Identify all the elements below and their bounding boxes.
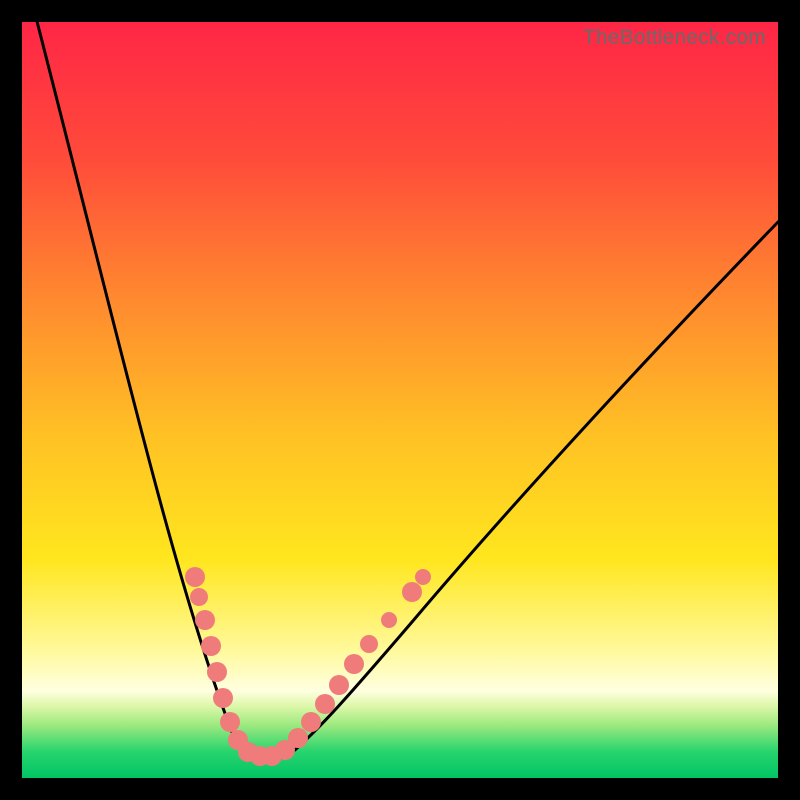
data-point (360, 635, 378, 653)
plot-frame: TheBottleneck.com (22, 22, 778, 778)
data-point (190, 588, 208, 606)
data-point (195, 610, 215, 630)
data-point (301, 712, 321, 732)
data-point (329, 675, 349, 695)
data-point (415, 569, 431, 585)
data-point (402, 582, 422, 602)
data-point (344, 654, 364, 674)
chart-canvas (22, 22, 778, 778)
data-point (288, 728, 308, 748)
data-point (315, 694, 335, 714)
watermark-text: TheBottleneck.com (583, 26, 766, 50)
data-point (207, 662, 227, 682)
data-point (213, 688, 233, 708)
data-point (220, 712, 240, 732)
data-point (381, 612, 397, 628)
data-point (185, 567, 205, 587)
data-point (201, 636, 221, 656)
